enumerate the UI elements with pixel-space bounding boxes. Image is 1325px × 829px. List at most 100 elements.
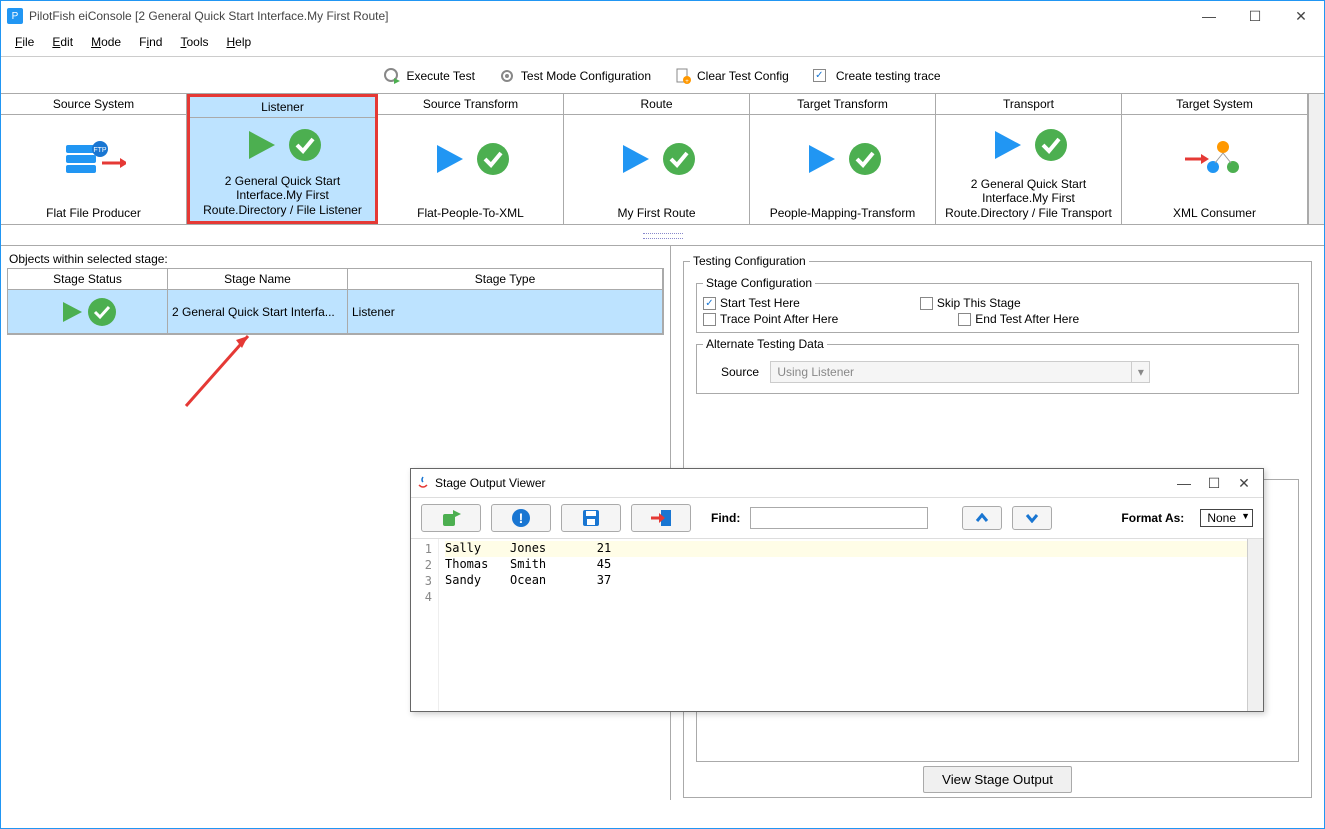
- col-stage-type[interactable]: Stage Type: [348, 269, 663, 290]
- skip-this-stage-checkbox[interactable]: Skip This Stage: [920, 296, 1021, 310]
- menu-mode[interactable]: Mode: [85, 33, 127, 51]
- box-arrow-icon: [441, 508, 461, 528]
- maximize-button[interactable]: ☐: [1232, 1, 1278, 31]
- editor-scrollbar[interactable]: [1247, 539, 1263, 711]
- window-titlebar: P PilotFish eiConsole [2 General Quick S…: [1, 1, 1324, 31]
- svg-text:+: +: [685, 79, 689, 84]
- check-circle-icon: [475, 141, 511, 177]
- col-stage-name[interactable]: Stage Name: [168, 269, 348, 290]
- svg-text:!: !: [519, 510, 524, 526]
- source-label: Source: [707, 365, 767, 379]
- cell-status: [8, 290, 168, 333]
- clear-test-config-button[interactable]: + Clear Test Config: [675, 68, 789, 84]
- code-area[interactable]: Sally Jones 21 Thomas Smith 45 Sandy Oce…: [439, 539, 1247, 711]
- code-line: Sally Jones 21: [445, 541, 1247, 557]
- test-toolbar: Execute Test Test Mode Configuration + C…: [1, 57, 1324, 93]
- gear-icon: [499, 68, 515, 84]
- menu-edit[interactable]: Edit: [46, 33, 79, 51]
- code-line: Sandy Ocean 37: [445, 573, 1247, 589]
- find-input[interactable]: [750, 507, 928, 529]
- checkbox-icon: ✓: [813, 69, 826, 82]
- dialog-minimize-button[interactable]: —: [1169, 472, 1199, 494]
- source-dropdown[interactable]: Using Listener ▾: [770, 361, 1150, 383]
- document-clear-icon: +: [675, 68, 691, 84]
- menu-bar: File Edit Mode Find Tools Help: [1, 31, 1324, 56]
- reload-button[interactable]: [421, 504, 481, 532]
- stage-target-system[interactable]: Target System XML Consumer: [1122, 94, 1308, 224]
- check-circle-icon: [86, 296, 118, 328]
- play-icon: [989, 127, 1025, 163]
- output-editor[interactable]: 1234 Sally Jones 21 Thomas Smith 45 Sand…: [411, 539, 1263, 711]
- floppy-icon: [581, 508, 601, 528]
- create-testing-trace-checkbox[interactable]: ✓ Create testing trace: [813, 69, 941, 83]
- splitter-horizontal[interactable]: [1, 225, 1324, 245]
- format-as-label: Format As:: [1121, 511, 1184, 525]
- col-stage-status[interactable]: Stage Status: [8, 269, 168, 290]
- check-circle-icon: [661, 141, 697, 177]
- dialog-title: Stage Output Viewer: [431, 476, 1169, 490]
- dialog-maximize-button[interactable]: ☐: [1199, 472, 1229, 494]
- stage-bar: Source System FTP Flat File Producer Lis…: [1, 93, 1324, 225]
- stage-source-system[interactable]: Source System FTP Flat File Producer: [1, 94, 187, 224]
- check-circle-icon: [847, 141, 883, 177]
- find-prev-button[interactable]: [962, 506, 1002, 530]
- stage-listener[interactable]: Listener 2 General Quick Start Interface…: [187, 94, 378, 224]
- app-icon: P: [7, 8, 23, 24]
- stage-target-transform[interactable]: Target Transform People-Mapping-Transfor…: [750, 94, 936, 224]
- execute-test-button[interactable]: Execute Test: [384, 68, 474, 84]
- dialog-titlebar[interactable]: Stage Output Viewer — ☐ ✕: [411, 469, 1263, 497]
- play-icon: [803, 141, 839, 177]
- view-stage-output-button[interactable]: View Stage Output: [923, 766, 1072, 793]
- minimize-button[interactable]: —: [1186, 1, 1232, 31]
- code-line: [445, 589, 1247, 605]
- code-line: Thomas Smith 45: [445, 557, 1247, 573]
- chevron-up-icon: [975, 513, 989, 523]
- menu-help[interactable]: Help: [220, 33, 257, 51]
- stage-source-transform[interactable]: Source Transform Flat-People-To-XML: [378, 94, 564, 224]
- find-label: Find:: [711, 511, 740, 525]
- consumers-icon: [1183, 137, 1247, 181]
- annotation-arrow: [176, 326, 276, 426]
- svg-text:FTP: FTP: [93, 147, 107, 154]
- dialog-close-button[interactable]: ✕: [1229, 472, 1259, 494]
- info-icon: !: [511, 508, 531, 528]
- export-button[interactable]: [631, 504, 691, 532]
- menu-tools[interactable]: Tools: [174, 33, 214, 51]
- alternate-testing-data: Alternate Testing Data Source Using List…: [696, 337, 1299, 394]
- menu-file[interactable]: File: [9, 33, 40, 51]
- ftp-server-icon: FTP: [62, 139, 126, 179]
- stage-configuration: Stage Configuration ✓Start Test Here Ski…: [696, 276, 1299, 333]
- close-button[interactable]: ✕: [1278, 1, 1324, 31]
- stage-transport[interactable]: Transport 2 General Quick Start Interfac…: [936, 94, 1122, 224]
- stage-output-viewer-dialog: Stage Output Viewer — ☐ ✕ ! Find: Format…: [410, 468, 1264, 712]
- info-button[interactable]: !: [491, 504, 551, 532]
- trace-point-checkbox[interactable]: Trace Point After Here: [703, 312, 838, 326]
- chevron-down-icon: [1025, 513, 1039, 523]
- play-icon: [58, 298, 86, 326]
- find-next-button[interactable]: [1012, 506, 1052, 530]
- check-circle-icon: [287, 127, 323, 163]
- dialog-toolbar: ! Find: Format As: None: [411, 497, 1263, 539]
- start-test-here-checkbox[interactable]: ✓Start Test Here: [703, 296, 800, 310]
- table-row[interactable]: 2 General Quick Start Interfa... Listene…: [8, 290, 663, 334]
- end-test-checkbox[interactable]: End Test After Here: [958, 312, 1079, 326]
- menu-find[interactable]: Find: [133, 33, 168, 51]
- door-arrow-icon: [649, 508, 673, 528]
- play-icon: [243, 127, 279, 163]
- window-title: PilotFish eiConsole [2 General Quick Sta…: [29, 9, 1186, 23]
- objects-table: Stage Status Stage Name Stage Type 2 Gen…: [7, 268, 664, 335]
- objects-title: Objects within selected stage:: [1, 250, 670, 268]
- stage-scrollbar[interactable]: [1308, 94, 1324, 224]
- save-button[interactable]: [561, 504, 621, 532]
- format-as-select[interactable]: None: [1200, 509, 1253, 527]
- java-app-icon: [415, 475, 431, 491]
- chevron-down-icon: ▾: [1131, 362, 1149, 382]
- check-circle-icon: [1033, 127, 1069, 163]
- table-header: Stage Status Stage Name Stage Type: [8, 269, 663, 290]
- line-gutter: 1234: [411, 539, 439, 711]
- gear-play-icon: [384, 68, 400, 84]
- play-icon: [617, 141, 653, 177]
- stage-route[interactable]: Route My First Route: [564, 94, 750, 224]
- cell-type: Listener: [348, 290, 663, 333]
- test-mode-config-button[interactable]: Test Mode Configuration: [499, 68, 651, 84]
